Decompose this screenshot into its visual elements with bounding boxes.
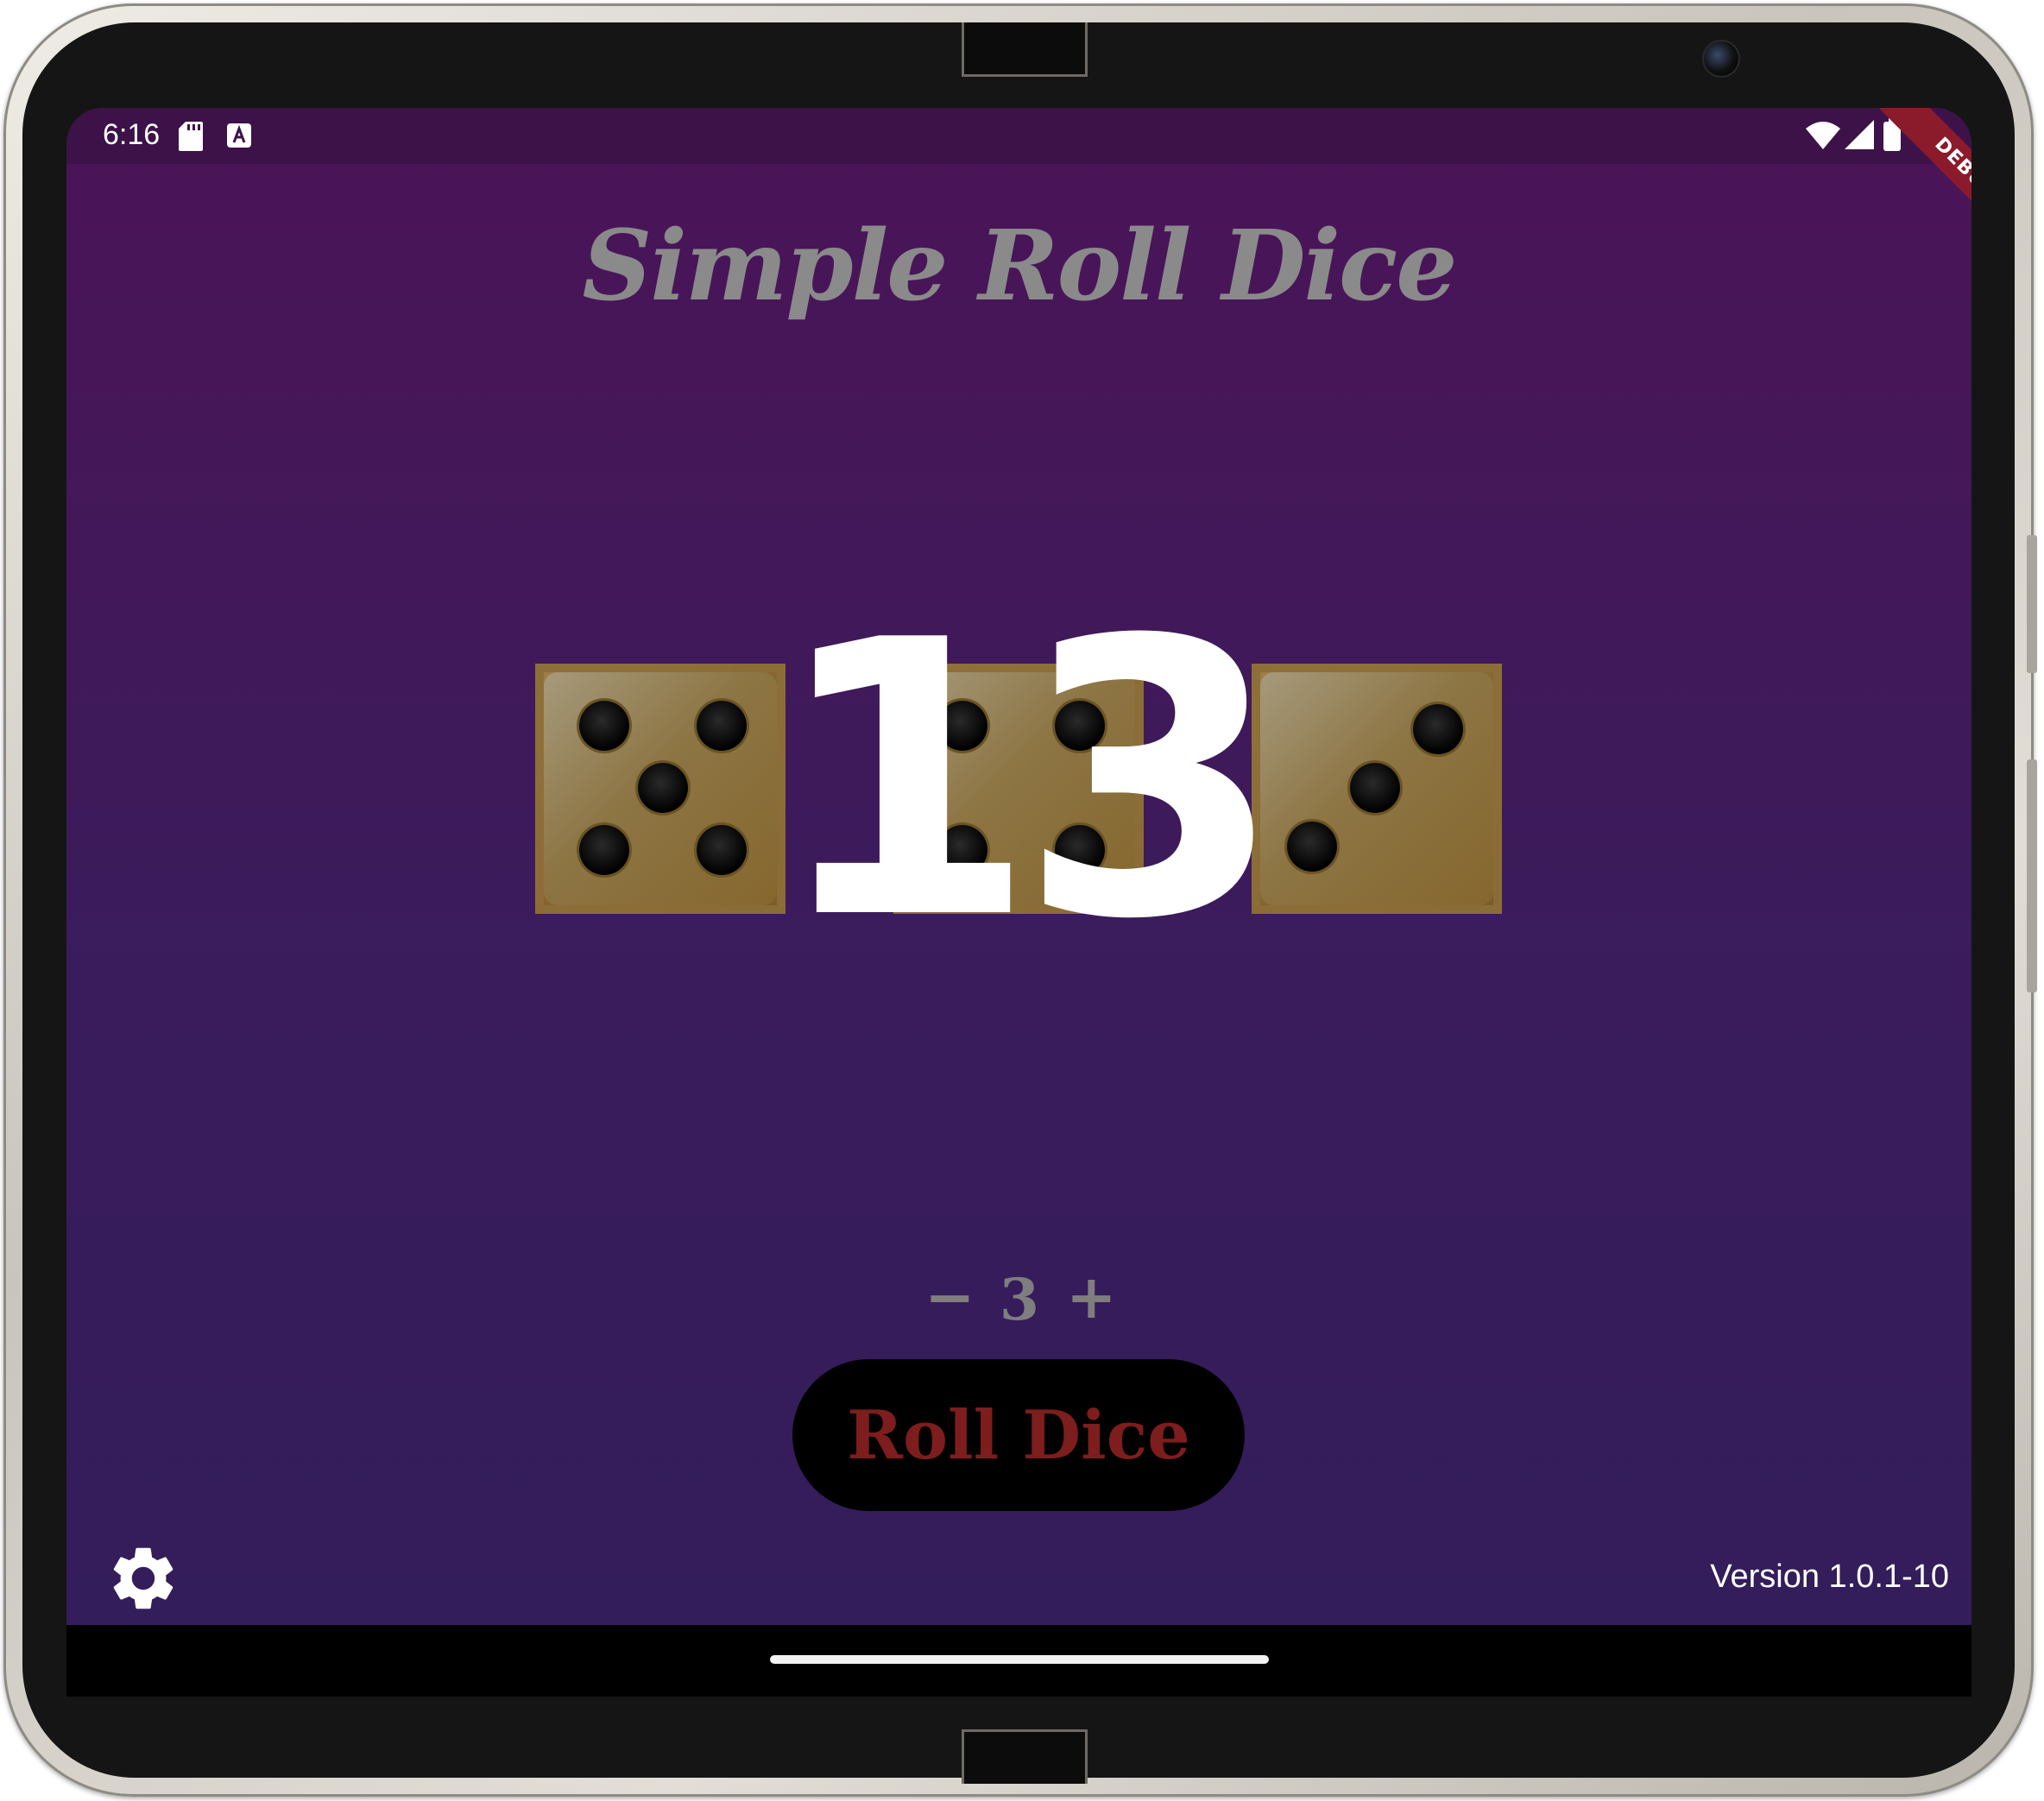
hinge-top [962, 22, 1088, 77]
home-gesture-handle[interactable] [770, 1655, 1269, 1664]
cell-signal-icon [1845, 120, 1874, 149]
increase-dice-button[interactable]: + [1066, 1261, 1117, 1332]
decrease-dice-button[interactable]: − [924, 1261, 975, 1332]
navigation-bar [66, 1625, 1971, 1697]
dice-total: 13 [772, 560, 1283, 1002]
a-text-icon [227, 123, 251, 148]
app-title: Simple Roll Dice [582, 210, 1457, 323]
app-screen: 6:16 DEBUG Simple Roll Dice 13 − 3 + Rol… [66, 108, 1971, 1697]
status-time: 6:16 [103, 118, 161, 151]
front-camera [1702, 40, 1740, 78]
version-label: Version 1.0.1-10 [1710, 1559, 1949, 1595]
side-button-lower [2027, 759, 2037, 992]
hinge-bottom [962, 1729, 1088, 1784]
gear-icon[interactable] [105, 1540, 181, 1616]
sd-card-icon [179, 122, 203, 151]
roll-dice-button[interactable]: Roll Dice [792, 1359, 1245, 1511]
wifi-icon [1806, 122, 1840, 149]
dice-count-value: 3 [1000, 1266, 1039, 1333]
status-bar: 6:16 [66, 108, 1971, 164]
dice-count-stepper: − 3 + [66, 1261, 1971, 1335]
side-button-upper [2027, 535, 2037, 673]
